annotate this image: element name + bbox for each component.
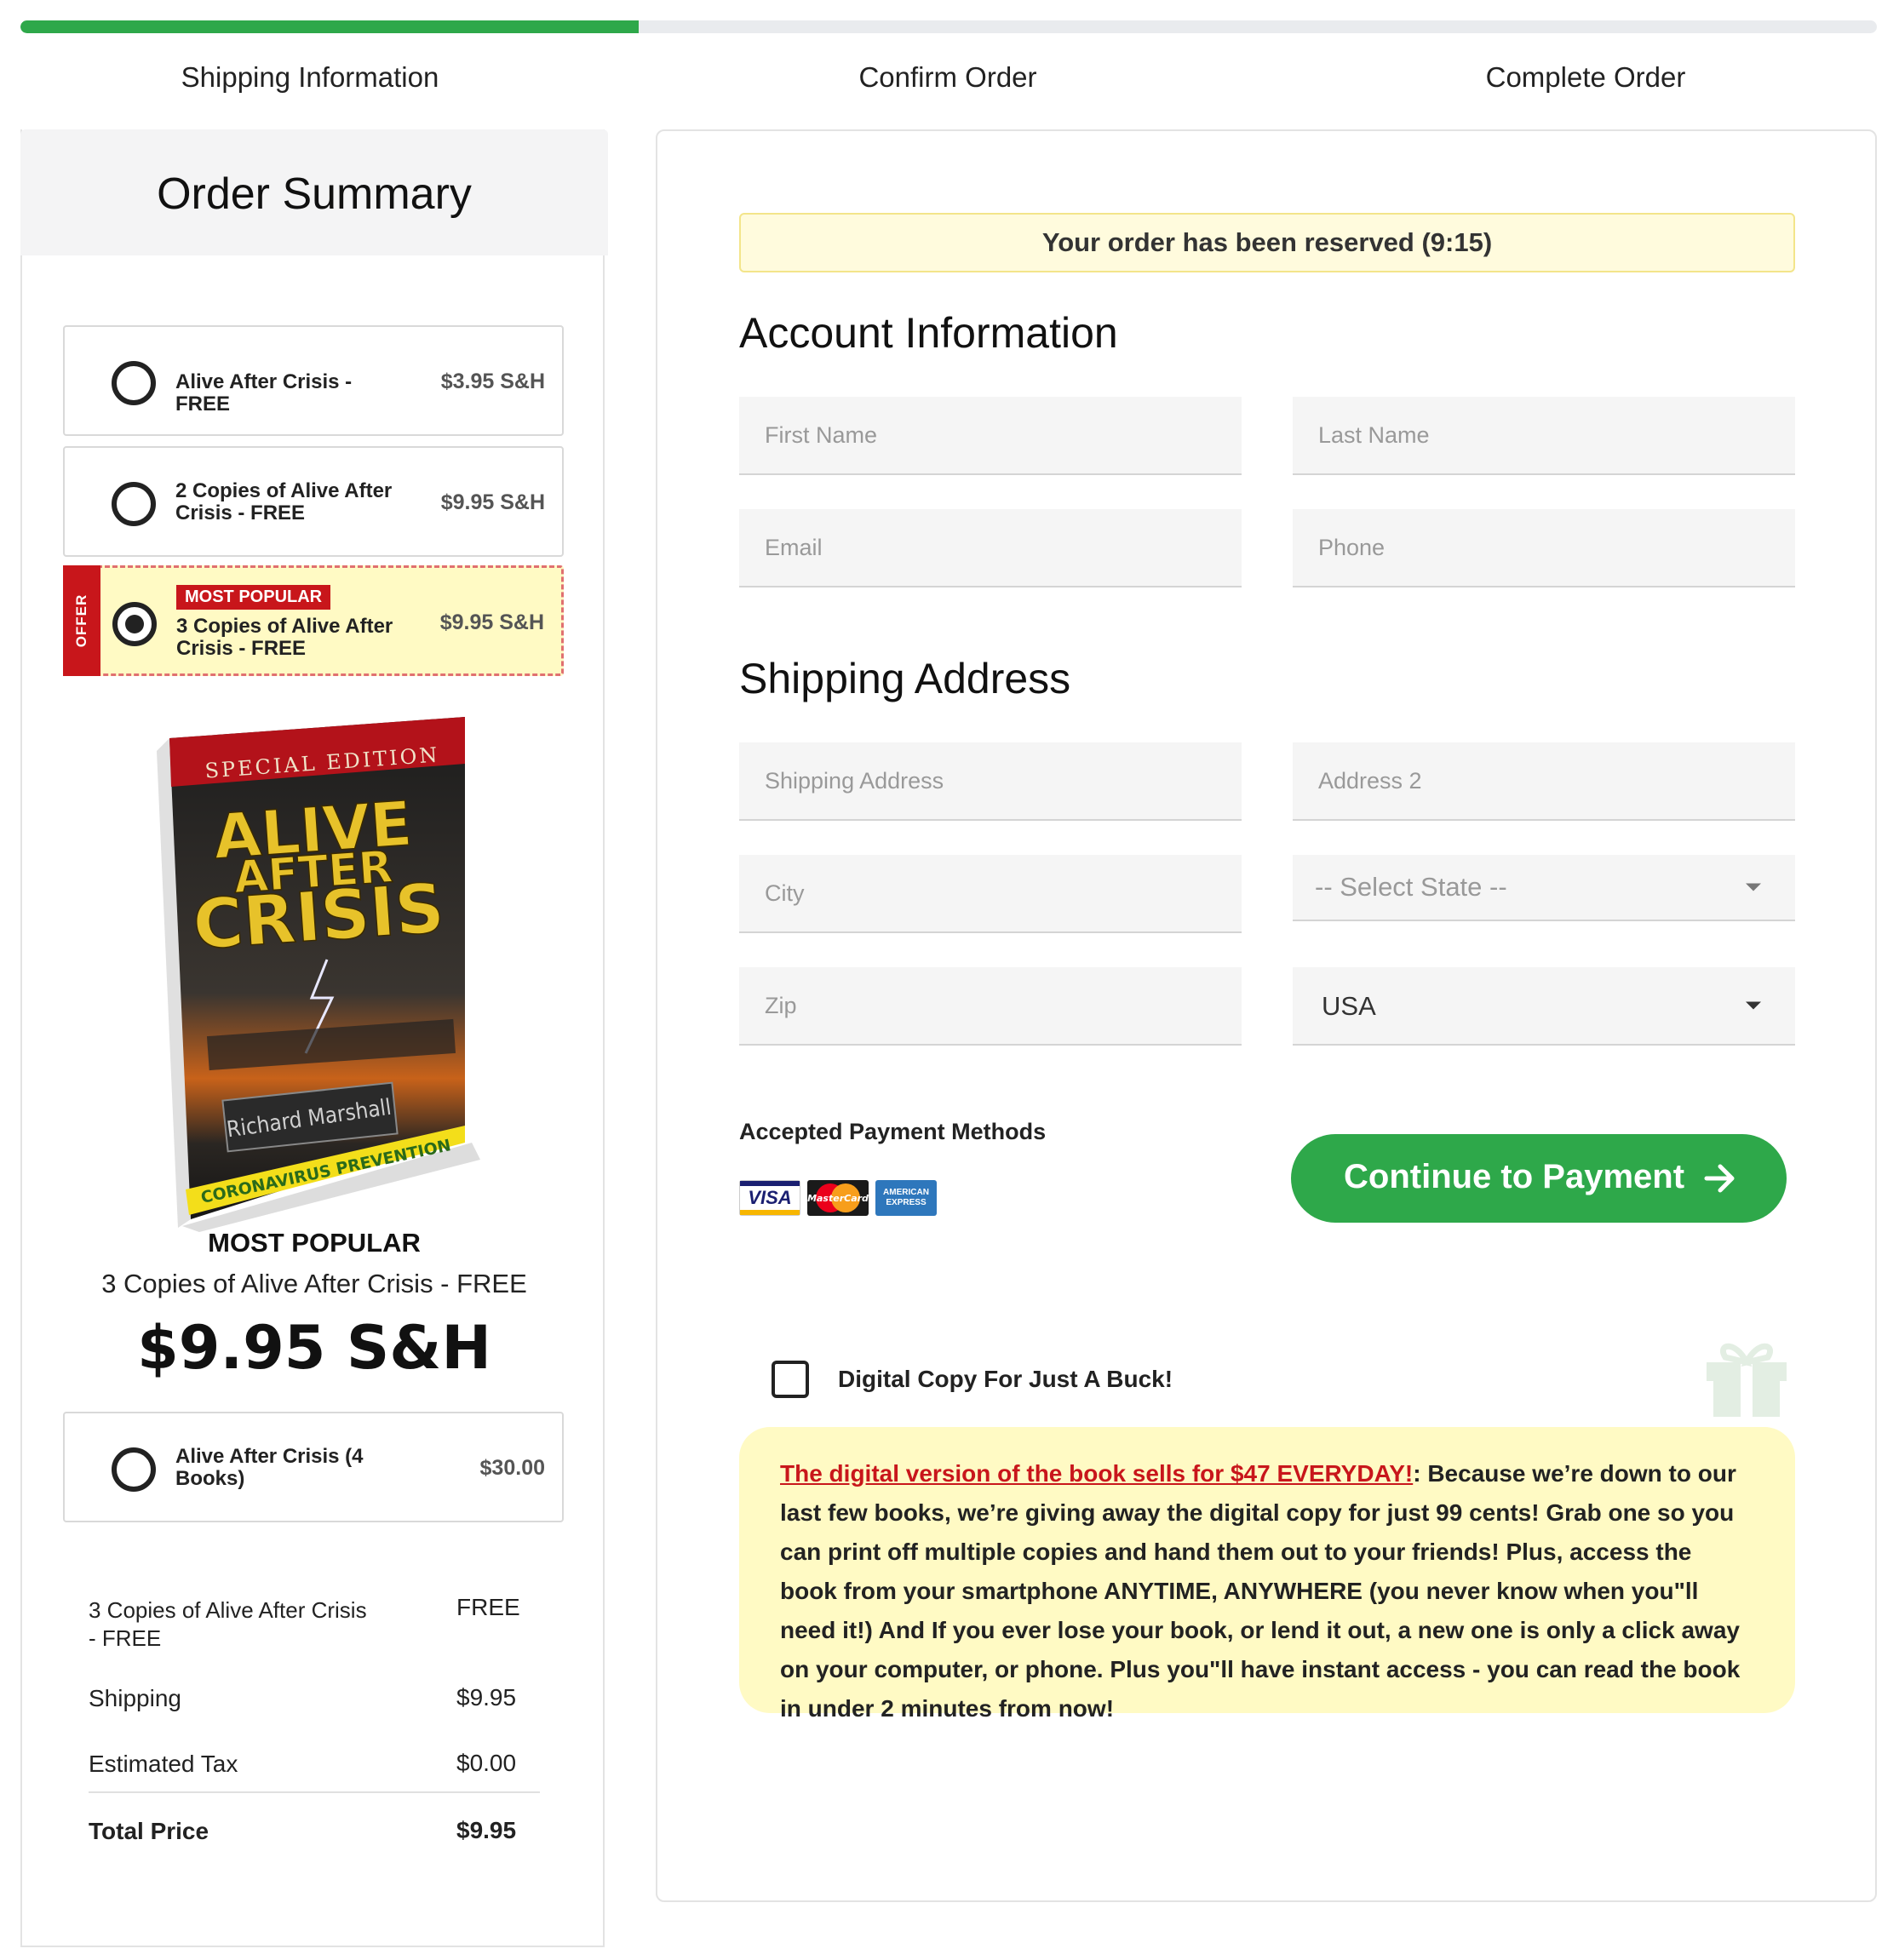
step-complete-order: Complete Order bbox=[1485, 61, 1686, 93]
checkout-steps: Shipping Information Confirm Order Compl… bbox=[0, 61, 1899, 104]
account-information-title: Account Information bbox=[739, 309, 1118, 357]
offer-2-radio[interactable] bbox=[112, 482, 156, 526]
featured-offer-name: 3 Copies of Alive After Crisis - FREE bbox=[101, 1269, 527, 1298]
svg-text:MasterCard: MasterCard bbox=[807, 1193, 869, 1204]
offer-option-4[interactable]: Alive After Crisis (4 Books) $30.00 bbox=[63, 1412, 564, 1522]
offer-option-2[interactable]: 2 Copies of Alive After Crisis - FREE $9… bbox=[63, 446, 564, 557]
summary-divider bbox=[89, 1791, 540, 1793]
offer-4-title: Alive After Crisis (4 Books) bbox=[175, 1445, 364, 1490]
shipping-address-title: Shipping Address bbox=[739, 655, 1071, 702]
state-select-value: -- Select State -- bbox=[1315, 872, 1507, 902]
phone-input[interactable] bbox=[1293, 509, 1795, 587]
featured-offer-label: MOST POPULAR bbox=[208, 1228, 421, 1258]
email-input[interactable] bbox=[739, 509, 1242, 587]
offer-1-radio[interactable] bbox=[112, 361, 156, 405]
address-2-input[interactable] bbox=[1293, 742, 1795, 821]
country-select[interactable]: USA bbox=[1293, 967, 1795, 1046]
checkout-progress-bar bbox=[20, 20, 1877, 33]
offer-tab: OFFER bbox=[63, 565, 100, 676]
offer-option-1[interactable]: Alive After Crisis - FREE $3.95 S&H bbox=[63, 325, 564, 436]
payment-methods-label: Accepted Payment Methods bbox=[739, 1119, 1047, 1144]
offer-3-price: $9.95 S&H bbox=[439, 610, 544, 634]
offer-3-radio[interactable] bbox=[112, 602, 157, 646]
digital-copy-promo: The digital version of the book sells fo… bbox=[739, 1427, 1795, 1722]
offer-1-title: Alive After Crisis - FREE bbox=[175, 370, 353, 415]
city-input[interactable] bbox=[739, 855, 1242, 933]
continue-button-label: Continue to Payment bbox=[1344, 1158, 1685, 1195]
state-select[interactable]: -- Select State -- bbox=[1293, 855, 1795, 921]
chevron-down-icon bbox=[1746, 883, 1761, 891]
promo-highlight: The digital version of the book sells fo… bbox=[780, 1460, 1414, 1487]
step-confirm-order: Confirm Order bbox=[858, 61, 1037, 93]
continue-to-payment-button[interactable]: Continue to Payment bbox=[1291, 1134, 1787, 1223]
digital-copy-label[interactable]: Digital Copy For Just A Buck! bbox=[838, 1366, 1173, 1393]
first-name-input[interactable] bbox=[739, 397, 1242, 475]
offer-3-title: 3 Copies of Alive After Crisis - FREE bbox=[176, 615, 393, 660]
order-reserved-banner: Your order has been reserved (9:15) bbox=[739, 213, 1795, 272]
shipping-address-input[interactable] bbox=[739, 742, 1242, 821]
mastercard-icon: MasterCard bbox=[807, 1180, 869, 1216]
step-shipping-information: Shipping Information bbox=[181, 61, 439, 93]
country-select-value: USA bbox=[1322, 991, 1376, 1021]
offer-4-radio[interactable] bbox=[112, 1447, 156, 1492]
offer-4-price: $30.00 bbox=[479, 1456, 545, 1480]
offer-2-price: $9.95 S&H bbox=[440, 490, 545, 514]
promo-text: : Because we’re down to our last few boo… bbox=[780, 1460, 1741, 1722]
order-summary-header: Order Summary bbox=[20, 129, 608, 255]
checkout-form-panel: Your order has been reserved (9:15) Acco… bbox=[656, 129, 1877, 1902]
arrow-right-icon bbox=[1704, 1164, 1735, 1193]
offer-1-price: $3.95 S&H bbox=[440, 370, 545, 393]
order-summary-title: Order Summary bbox=[157, 169, 472, 219]
featured-offer-price: $9.95 S&H bbox=[137, 1313, 491, 1383]
gift-icon bbox=[1707, 1343, 1787, 1417]
last-name-input[interactable] bbox=[1293, 397, 1795, 475]
book-cover-image: SPECIAL EDITION ALIVE AFTER CRISIS Richa… bbox=[157, 717, 480, 1232]
offer-option-3[interactable]: OFFER MOST POPULAR 3 Copies of Alive Aft… bbox=[63, 565, 564, 676]
progress-fill bbox=[20, 20, 639, 33]
chevron-down-icon bbox=[1746, 1001, 1761, 1010]
order-summary-panel: Order Summary Alive After Crisis - FREE … bbox=[20, 129, 608, 1947]
zip-input[interactable] bbox=[739, 967, 1242, 1046]
american-express-icon: AMERICAN EXPRESS bbox=[875, 1180, 937, 1216]
visa-card-icon: VISA bbox=[739, 1180, 800, 1216]
offer-2-title: 2 Copies of Alive After Crisis - FREE bbox=[175, 479, 393, 524]
digital-copy-checkbox[interactable] bbox=[772, 1361, 809, 1398]
most-popular-badge: MOST POPULAR bbox=[176, 585, 331, 610]
